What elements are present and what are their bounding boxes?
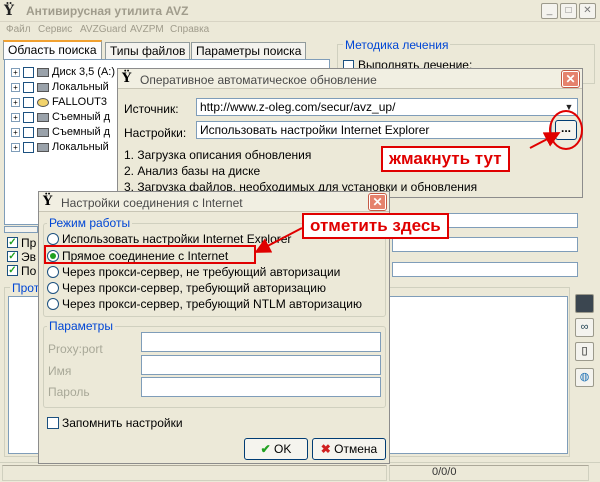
main-title-bar: Ÿ Антивирусная утилита AVZ _ □ ✕: [0, 0, 600, 22]
glasses-icon[interactable]: ∞: [575, 318, 594, 337]
tab-search-area[interactable]: Область поиска: [3, 40, 102, 60]
mark-here-callout: отметить здесь: [302, 213, 449, 239]
connection-dialog-title-bar: Ÿ Настройки соединения с Internet ✕: [39, 192, 389, 212]
hard-drive-icon: [37, 82, 49, 92]
click-here-callout: жмакнуть тут: [381, 146, 510, 172]
source-label: Источник:: [124, 102, 179, 116]
update-dialog: Ÿ Оперативное автоматическое обновление …: [117, 68, 583, 198]
menu-help[interactable]: Справка: [170, 24, 209, 35]
avz-app-icon: Ÿ: [4, 3, 14, 19]
close-icon[interactable]: ✕: [561, 70, 580, 88]
menu-file[interactable]: Файл: [6, 24, 31, 35]
tab-search-params[interactable]: Параметры поиска: [191, 42, 307, 60]
tree-item[interactable]: + Локальный: [11, 141, 109, 155]
cancel-button[interactable]: ✖ Отмена: [312, 438, 386, 460]
menu-service[interactable]: Сервис: [38, 24, 72, 35]
work-mode-title: Режим работы: [47, 216, 133, 230]
treatment-select[interactable]: [392, 262, 578, 277]
tree-scrollbar[interactable]: [4, 226, 38, 233]
main-window-title: Антивирусная утилита AVZ: [26, 4, 189, 18]
proxy-port-field[interactable]: [141, 332, 381, 352]
direct-connection-highlight: [44, 245, 256, 264]
minimize-icon[interactable]: _: [541, 3, 558, 19]
scan-icon[interactable]: [575, 294, 594, 313]
option-checkbox[interactable]: ✓: [7, 265, 18, 276]
globe-icon[interactable]: ◍: [575, 368, 594, 387]
option-checkbox[interactable]: ✓: [7, 237, 18, 248]
source-combo[interactable]: http://www.z-oleg.com/secur/avz_up/: [196, 98, 578, 116]
treatment-method-title: Методика лечения: [343, 38, 451, 52]
params-title: Параметры: [47, 319, 115, 333]
tree-item[interactable]: + Съемный д: [11, 111, 110, 125]
menu-bar: Файл Сервис AVZGuard AVZPM Справка: [0, 22, 600, 38]
tree-item[interactable]: + FALLOUT3: [11, 96, 107, 110]
mode-proxy-auth-option[interactable]: Через прокси-сервер, требующий авторизац…: [47, 281, 326, 297]
proxy-password-label: Пароль: [48, 385, 90, 399]
radio-button[interactable]: [47, 266, 59, 278]
mode-proxy-noauth-option[interactable]: Через прокси-сервер, не требующий автори…: [47, 265, 340, 281]
remember-checkbox[interactable]: [47, 417, 59, 429]
step-2: 2. Анализ базы на диске: [124, 164, 261, 178]
option-checkbox[interactable]: ✓: [7, 251, 18, 262]
cd-drive-icon: [37, 97, 49, 107]
option-label: Пр: [21, 236, 37, 250]
proxy-name-label: Имя: [48, 364, 72, 378]
avz-app-icon: Ÿ: [43, 194, 53, 209]
tree-item[interactable]: + Локальный: [11, 81, 109, 95]
close-icon[interactable]: ✕: [579, 3, 596, 19]
step-1: 1. Загрузка описания обновления: [124, 148, 312, 162]
update-dialog-title: Оперативное автоматическое обновление: [140, 73, 377, 87]
status-counter: 0/0/0: [432, 466, 457, 478]
removable-drive-icon: [37, 127, 49, 137]
settings-field: Использовать настройки Internet Explorer: [196, 121, 552, 139]
mode-proxy-ntlm-option[interactable]: Через прокси-сервер, требующий NTLM авто…: [47, 297, 362, 313]
hard-drive-icon: [37, 142, 49, 152]
floppy-drive-icon: [37, 67, 49, 77]
tree-item[interactable]: + Съемный д: [11, 126, 110, 140]
radio-button[interactable]: [47, 233, 59, 245]
status-bar: [0, 462, 600, 482]
source-value: http://www.z-oleg.com/secur/avz_up/: [200, 100, 396, 114]
radio-button[interactable]: [47, 298, 59, 310]
settings-label: Настройки:: [124, 126, 187, 140]
remember-settings-option[interactable]: Запомнить настройки: [47, 416, 183, 430]
treatment-select[interactable]: [392, 237, 578, 252]
connection-dialog-title: Настройки соединения с Internet: [61, 196, 243, 210]
avz-app-icon: Ÿ: [122, 71, 132, 86]
log-title: Прот: [10, 281, 42, 295]
proxy-name-field[interactable]: [141, 355, 381, 375]
document-icon[interactable]: ▯: [575, 342, 594, 361]
option-label: По: [21, 264, 37, 278]
tree-item[interactable]: + Диск 3,5 (A:): [11, 66, 115, 80]
settings-value: Использовать настройки Internet Explorer: [200, 123, 430, 137]
maximize-icon[interactable]: □: [560, 3, 577, 19]
radio-button[interactable]: [47, 282, 59, 294]
update-dialog-title-bar: Ÿ Оперативное автоматическое обновление …: [118, 69, 582, 89]
proxy-port-label: Proxy:port: [48, 342, 103, 356]
browse-button-highlight: [549, 110, 583, 150]
option-label: Эв: [21, 250, 36, 264]
close-icon[interactable]: ✕: [368, 193, 387, 211]
removable-drive-icon: [37, 112, 49, 122]
check-icon: ✔: [260, 442, 271, 456]
ok-button[interactable]: ✔ OK: [244, 438, 308, 460]
menu-avzguard[interactable]: AVZGuard: [80, 24, 127, 35]
proxy-password-field[interactable]: [141, 377, 381, 397]
tab-file-types[interactable]: Типы файлов: [105, 42, 191, 60]
cancel-x-icon: ✖: [320, 442, 331, 456]
menu-avzpm[interactable]: AVZPM: [130, 24, 164, 35]
